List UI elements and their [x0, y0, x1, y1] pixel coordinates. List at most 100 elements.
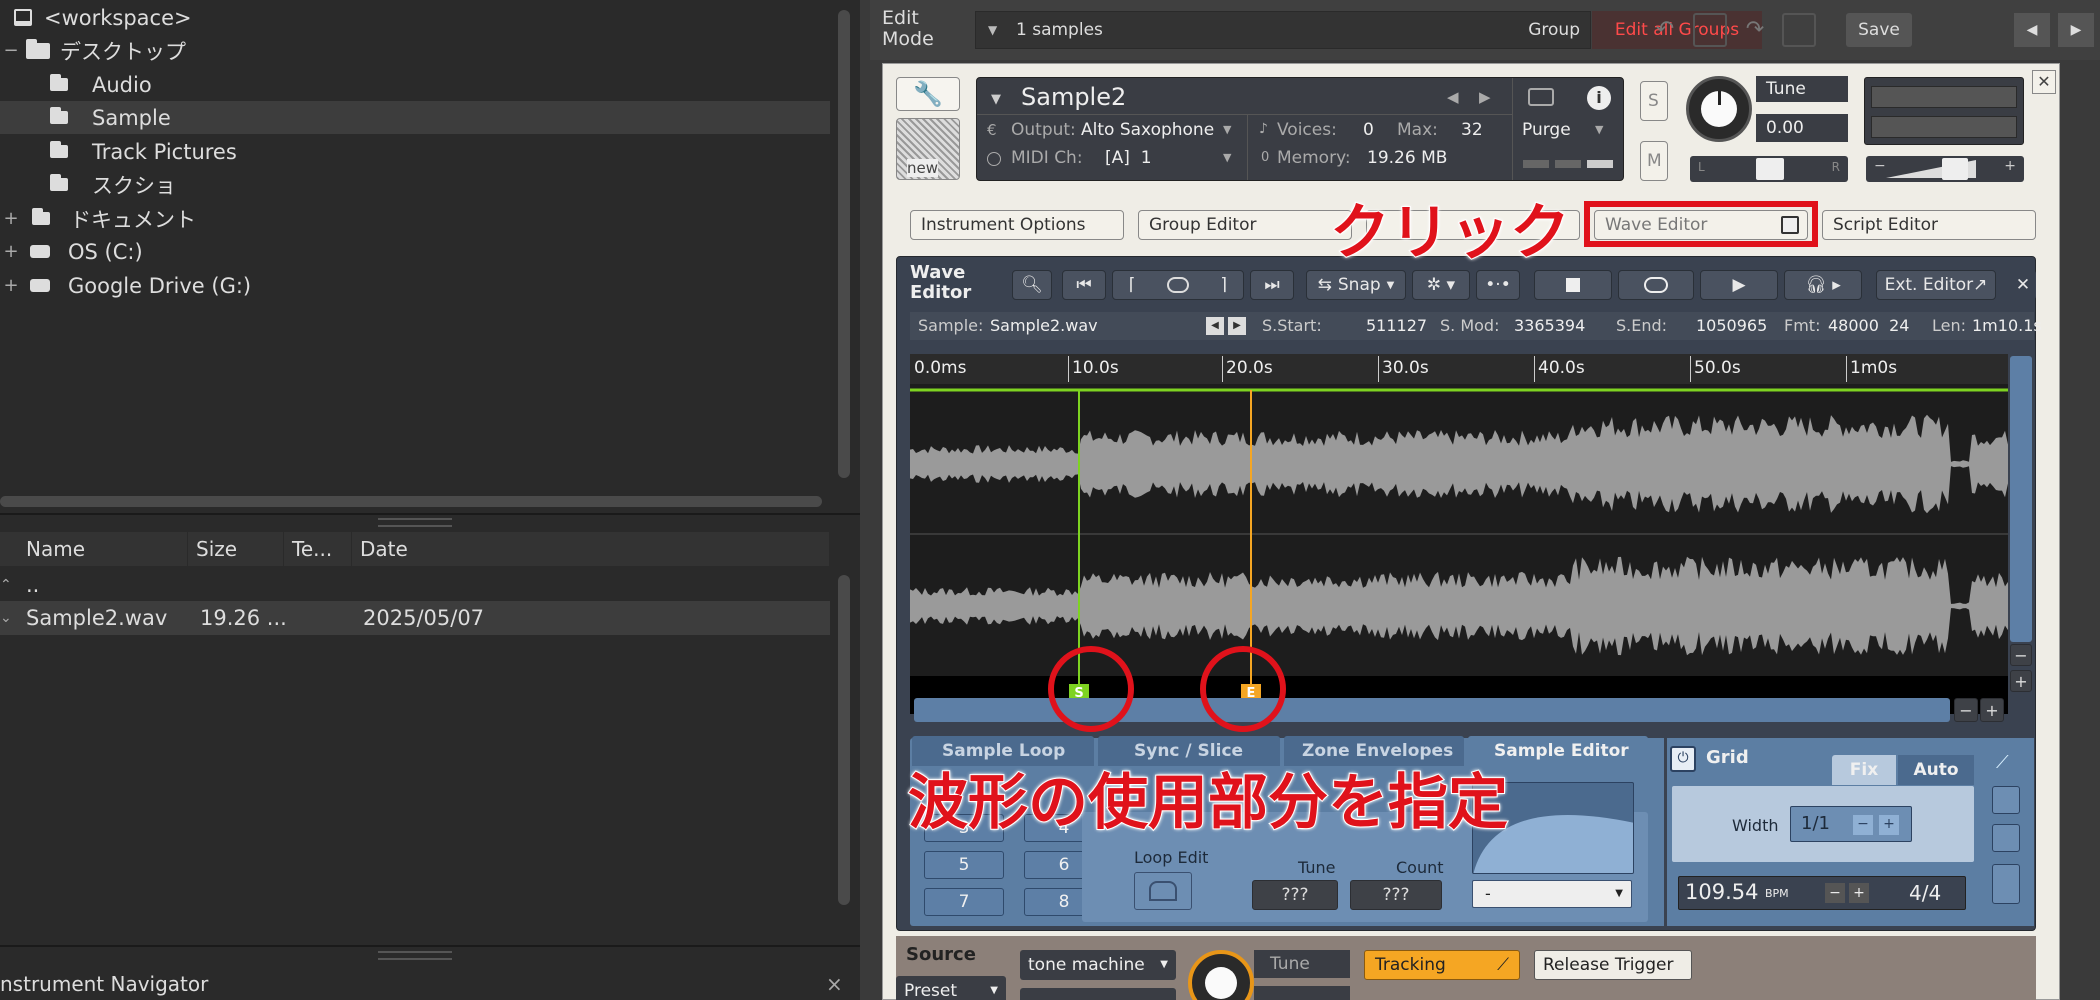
- instrument-name[interactable]: Sample2: [1021, 83, 1126, 111]
- tracking-button[interactable]: Tracking ⟋: [1364, 950, 1520, 980]
- skip-start-button[interactable]: ⏮︎: [1062, 270, 1106, 300]
- close-instrument-button[interactable]: ✕: [2032, 70, 2056, 94]
- wrench-button[interactable]: 🔧: [896, 77, 960, 111]
- tab-instrument-options[interactable]: Instrument Options: [910, 210, 1124, 240]
- auto-button[interactable]: Auto: [1898, 755, 1974, 785]
- midi-value[interactable]: [A] 1: [1105, 148, 1152, 168]
- tree-horizontal-scrollbar[interactable]: [0, 496, 822, 507]
- pencil-icon[interactable]: ⟋: [1996, 752, 2009, 773]
- redo-history-button[interactable]: [1782, 13, 1816, 47]
- tree-item-audio[interactable]: Audio: [0, 68, 830, 101]
- loop-start-button[interactable]: ⌈ ⌉: [1112, 270, 1244, 300]
- undo-button[interactable]: ↶: [1648, 13, 1682, 47]
- tree-item-sample[interactable]: Sample: [0, 101, 830, 134]
- tune-value[interactable]: 0.00: [1756, 114, 1848, 142]
- loop-number-button[interactable]: 5: [924, 851, 1004, 879]
- collapse-icon[interactable]: −: [0, 40, 22, 61]
- expand-icon[interactable]: +: [0, 241, 22, 262]
- s-end-value[interactable]: 1050965: [1696, 312, 1767, 340]
- chevron-down-icon[interactable]: ▼: [1223, 151, 1231, 164]
- grid-tool-button[interactable]: [1992, 786, 2020, 814]
- table-vertical-scrollbar[interactable]: [838, 575, 850, 905]
- next-arrow-icon[interactable]: ▶: [1479, 88, 1491, 106]
- redo-button[interactable]: ↷: [1738, 13, 1772, 47]
- prev-instrument-button[interactable]: ◀: [2014, 13, 2050, 47]
- splitter-handle[interactable]: [378, 951, 452, 960]
- width-plus-button[interactable]: +: [1879, 815, 1899, 835]
- prev-arrow-icon[interactable]: ◀: [1447, 88, 1459, 106]
- tree-item-track-pictures[interactable]: Track Pictures: [0, 135, 830, 168]
- loop-edit-button[interactable]: [1134, 872, 1192, 910]
- column-header-tempo[interactable]: Te...: [284, 532, 352, 566]
- tree-vertical-scrollbar[interactable]: [838, 10, 850, 478]
- tree-item-screenshots[interactable]: スクショ: [0, 168, 830, 201]
- next-instrument-button[interactable]: ▶: [2058, 13, 2094, 47]
- close-icon[interactable]: ×: [826, 968, 843, 1000]
- bpm-minus-button[interactable]: −: [1825, 883, 1845, 903]
- release-trigger-button[interactable]: Release Trigger: [1534, 950, 1692, 980]
- source-mode-dropdown[interactable]: tone machine ▼: [1020, 950, 1176, 980]
- width-value[interactable]: 1/1 − +: [1790, 806, 1912, 842]
- loop-mode-dropdown[interactable]: - ▼: [1472, 880, 1632, 908]
- samples-selector[interactable]: ▼ 1 samples Group: [975, 11, 1591, 49]
- loop-count-value[interactable]: ???: [1350, 880, 1442, 910]
- zoom-out-horizontal-button[interactable]: −: [1954, 698, 1978, 722]
- tab-group-editor[interactable]: Group Editor: [1138, 210, 1352, 240]
- s-mod-value[interactable]: 3365394: [1514, 312, 1585, 340]
- settings-button[interactable]: ✲ ▾: [1412, 270, 1470, 300]
- fix-button[interactable]: Fix: [1832, 755, 1896, 785]
- chevron-down-icon[interactable]: ▼: [1595, 123, 1603, 136]
- next-sample-button[interactable]: ▶: [1228, 317, 1246, 335]
- tune-knob[interactable]: [1686, 76, 1752, 142]
- tree-item-documents[interactable]: + ドキュメント: [0, 202, 830, 235]
- mute-button[interactable]: M: [1640, 141, 1668, 181]
- zoom-out-vertical-button[interactable]: −: [2010, 644, 2032, 666]
- loop-number-button[interactable]: 7: [924, 888, 1004, 916]
- grid-tool-button[interactable]: [1992, 864, 2020, 904]
- output-value[interactable]: Alto Saxophone: [1081, 120, 1214, 140]
- zoom-button[interactable]: 🔍︎: [1012, 270, 1052, 300]
- prev-sample-button[interactable]: ◀: [1206, 317, 1224, 335]
- headphones-button[interactable]: 🎧︎ ▸: [1784, 270, 1862, 300]
- zoom-in-horizontal-button[interactable]: +: [1980, 698, 2004, 722]
- volume-slider[interactable]: − +: [1866, 156, 2024, 182]
- undo-history-button[interactable]: [1693, 13, 1727, 47]
- chevron-down-icon[interactable]: ▼: [991, 92, 1001, 107]
- tree-item-desktop[interactable]: − デスクトップ: [0, 34, 830, 67]
- loop-tune-value[interactable]: ???: [1252, 880, 1338, 910]
- purge-label[interactable]: Purge: [1522, 120, 1571, 140]
- preset-dropdown[interactable]: Preset ▼: [896, 976, 1006, 1000]
- midi-dropdown[interactable]: [1020, 988, 1176, 1000]
- loop-play-button[interactable]: [1618, 270, 1694, 300]
- width-minus-button[interactable]: −: [1853, 815, 1873, 835]
- solo-button[interactable]: S: [1640, 81, 1668, 121]
- save-button[interactable]: Save: [1846, 13, 1912, 47]
- expand-icon[interactable]: +: [0, 208, 22, 229]
- splitter-handle[interactable]: [378, 518, 452, 527]
- column-header-name[interactable]: Name: [18, 532, 188, 566]
- time-signature[interactable]: 4/4: [1909, 881, 1941, 905]
- pan-slider[interactable]: L R: [1690, 156, 1848, 182]
- bpm-display[interactable]: 109.54 BPM − + 4/4: [1678, 876, 1966, 910]
- skip-end-button[interactable]: ⏭︎: [1250, 270, 1294, 300]
- more-button[interactable]: •·•: [1476, 270, 1520, 300]
- info-icon[interactable]: i: [1587, 86, 1611, 110]
- max-value[interactable]: 32: [1461, 120, 1483, 140]
- zoom-in-vertical-button[interactable]: +: [2010, 670, 2032, 692]
- camera-icon[interactable]: [1528, 88, 1554, 106]
- column-header-date[interactable]: Date: [352, 532, 830, 566]
- source-tune-value[interactable]: [1254, 986, 1350, 1000]
- snap-button[interactable]: ⇆ Snap ▼: [1306, 270, 1406, 300]
- instrument-icon[interactable]: new: [896, 118, 960, 180]
- tree-item-workspace[interactable]: <workspace>: [0, 1, 830, 34]
- grid-power-button[interactable]: ⏻: [1670, 746, 1696, 772]
- play-button[interactable]: ▶: [1700, 270, 1778, 300]
- tree-item-google-drive[interactable]: + Google Drive (G:): [0, 269, 830, 302]
- chevron-down-icon[interactable]: ▼: [1223, 123, 1231, 136]
- tab-script-editor[interactable]: Script Editor: [1822, 210, 2036, 240]
- wave-vertical-scrollbar[interactable]: [2010, 356, 2032, 642]
- table-row[interactable]: ⌃ ..: [0, 569, 830, 601]
- stop-button[interactable]: [1534, 270, 1612, 300]
- s-start-value[interactable]: 511127: [1366, 312, 1427, 340]
- grid-tool-button[interactable]: [1992, 824, 2020, 852]
